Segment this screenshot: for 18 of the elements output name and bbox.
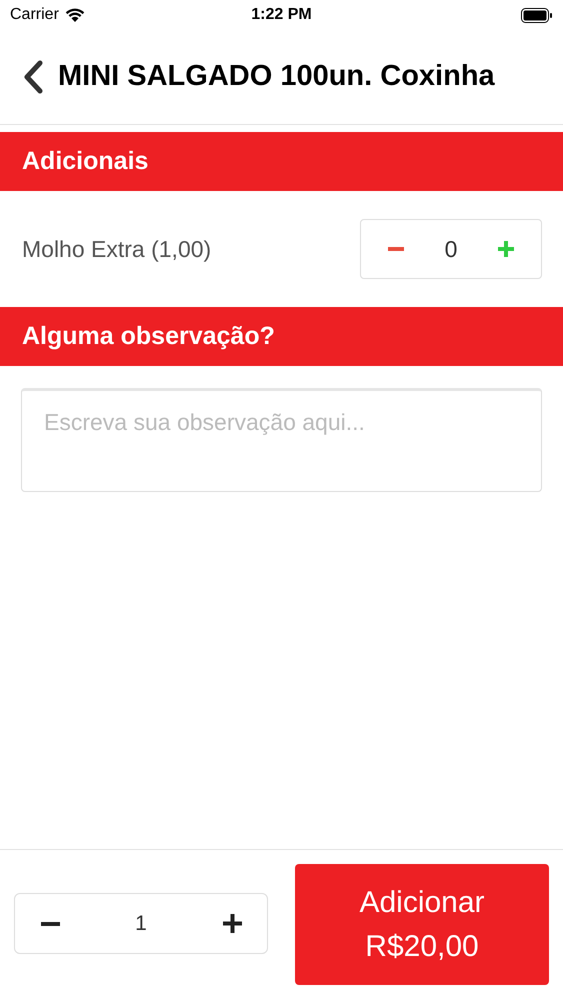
quantity-value: 1: [135, 910, 147, 937]
carrier-text: Carrier: [10, 5, 59, 25]
add-to-cart-button[interactable]: Adicionar R$20,00: [295, 864, 549, 985]
minus-icon: [40, 922, 60, 926]
clock-text: 1:22 PM: [251, 5, 312, 25]
addon-name: Molho Extra (1,00): [22, 234, 212, 264]
plus-icon: [222, 914, 242, 933]
section-title: Adicionais: [22, 146, 148, 177]
battery-icon: [521, 8, 553, 22]
quantity-stepper[interactable]: 1: [14, 893, 268, 954]
observation-field[interactable]: Escreva sua observação aqui...: [21, 388, 542, 492]
page-title: MINI SALGADO 100un. Coxinha: [58, 59, 495, 94]
plus-icon: [498, 241, 514, 257]
section-title: Alguma observação?: [22, 320, 275, 352]
wifi-icon: [64, 8, 85, 22]
back-button[interactable]: [22, 60, 44, 94]
quantity-value: 0: [444, 234, 458, 264]
minus-icon: [388, 247, 404, 251]
